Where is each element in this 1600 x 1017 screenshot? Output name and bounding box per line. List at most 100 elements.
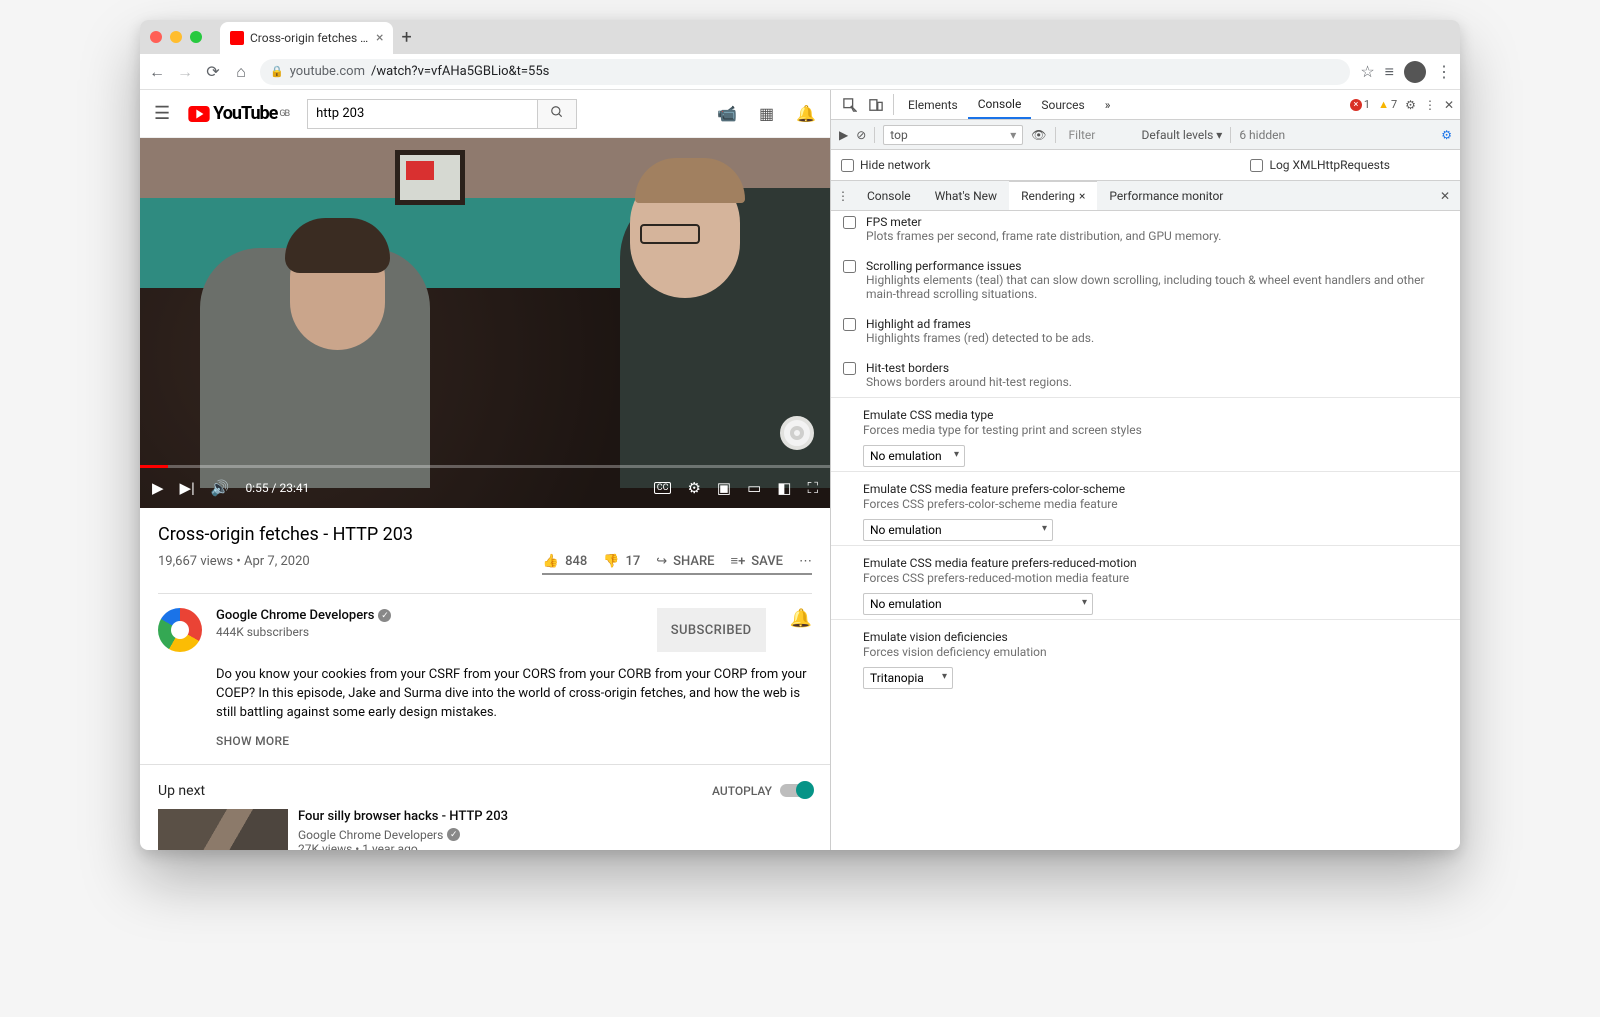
- hamburger-icon[interactable]: ☰: [154, 103, 170, 124]
- miniplayer-icon[interactable]: ▣: [717, 479, 731, 497]
- chrome-watermark-icon: [780, 416, 814, 450]
- profile-avatar[interactable]: [1404, 61, 1426, 83]
- option-hit-test-borders: Hit-test bordersShows borders around hit…: [831, 353, 1460, 397]
- log-levels-dropdown[interactable]: Default levels ▾: [1142, 128, 1223, 142]
- color-scheme-select[interactable]: No emulation: [863, 519, 1053, 541]
- drawer-menu-icon[interactable]: ⋮: [831, 181, 855, 210]
- vision-deficiency-select[interactable]: Tritanopia: [863, 667, 953, 689]
- bookmark-star-icon[interactable]: ☆: [1360, 62, 1374, 81]
- autoplay-toggle[interactable]: [780, 784, 812, 797]
- devtools-menu-icon[interactable]: ⋮: [1424, 98, 1436, 112]
- captions-button[interactable]: CC: [654, 482, 672, 494]
- drawer-tabs: ⋮ Console What's New Rendering × Perform…: [831, 181, 1460, 211]
- settings-gear-icon[interactable]: ⚙: [687, 479, 700, 497]
- list-item[interactable]: Four silly Four silly browser hacks - HT…: [158, 809, 812, 850]
- devtools-tabs: Elements Console Sources » ×1 ▲7 ⚙ ⋮ ✕: [831, 90, 1460, 120]
- theater-mode-icon[interactable]: ▭: [747, 479, 761, 497]
- console-play-icon[interactable]: ▶: [839, 128, 848, 142]
- subscription-bell-icon[interactable]: 🔔: [790, 608, 812, 652]
- video-actions: 👍 848 👎 17 ↪ SHARE ≡+ SAVE ⋯: [543, 553, 812, 569]
- fullscreen-icon[interactable]: ⛶: [807, 479, 818, 497]
- devtools-close-icon[interactable]: ✕: [1444, 98, 1454, 112]
- omnibox[interactable]: 🔒 youtube.com/watch?v=vfAHa5GBLio&t=55s: [260, 59, 1350, 85]
- hidden-messages[interactable]: 6 hidden: [1239, 128, 1285, 142]
- video-player[interactable]: ▶ ▶| 🔊 0:55 / 23:41 CC ⚙ ▣ ▭ ◧ ⛶: [140, 138, 830, 508]
- time-display: 0:55 / 23:41: [245, 481, 309, 495]
- youtube-favicon-icon: [230, 31, 244, 45]
- drawer-tab-rendering[interactable]: Rendering ×: [1009, 181, 1097, 210]
- drawer-tab-console[interactable]: Console: [855, 181, 923, 210]
- more-actions-icon[interactable]: ⋯: [799, 554, 812, 569]
- new-tab-button[interactable]: +: [401, 27, 411, 48]
- minimize-window-button[interactable]: [170, 31, 182, 43]
- chrome-menu-icon[interactable]: ⋮: [1436, 62, 1452, 81]
- region-label: GB: [279, 109, 289, 119]
- media-type-select[interactable]: No emulation: [863, 445, 965, 467]
- filter-input[interactable]: [1064, 125, 1134, 145]
- up-next-heading: Up next: [158, 783, 205, 799]
- publish-date: Apr 7, 2020: [244, 554, 310, 569]
- scrolling-perf-checkbox[interactable]: [843, 260, 856, 273]
- autoplay-label: AUTOPLAY: [712, 784, 772, 798]
- reload-button[interactable]: ⟳: [204, 62, 222, 81]
- device-toolbar-icon[interactable]: [863, 90, 889, 119]
- home-button[interactable]: ⌂: [232, 62, 250, 82]
- notifications-bell-icon[interactable]: 🔔: [796, 104, 816, 123]
- search-button[interactable]: [537, 99, 577, 129]
- upnext-channel: Google Chrome Developers ✓: [298, 828, 508, 842]
- tab-close-icon[interactable]: ×: [376, 30, 383, 46]
- volume-icon[interactable]: 🔊: [211, 479, 230, 497]
- tabs-overflow-icon[interactable]: »: [1095, 90, 1121, 119]
- save-button[interactable]: ≡+ SAVE: [730, 553, 783, 569]
- video-person-left: [200, 248, 430, 488]
- close-window-button[interactable]: [150, 31, 162, 43]
- addrbar-right: ☆ ≡ ⋮: [1360, 61, 1452, 83]
- hide-network-checkbox[interactable]: Hide network: [841, 158, 931, 172]
- header-icons: 📹 ▦ 🔔: [717, 104, 816, 123]
- tab-console[interactable]: Console: [968, 90, 1032, 119]
- extensions-icon[interactable]: ≡: [1385, 62, 1394, 82]
- maximize-window-button[interactable]: [190, 31, 202, 43]
- fps-meter-checkbox[interactable]: [843, 216, 856, 229]
- reduced-motion-select[interactable]: No emulation: [863, 593, 1093, 615]
- subscribed-button[interactable]: SUBSCRIBED: [657, 608, 766, 652]
- tab-title: Cross-origin fetches - HTTP 2…: [250, 31, 370, 45]
- log-xhr-checkbox[interactable]: Log XMLHttpRequests: [1250, 158, 1390, 172]
- warning-count[interactable]: ▲7: [1378, 98, 1397, 111]
- autoplay-control[interactable]: AUTOPLAY: [712, 783, 812, 799]
- show-more-button[interactable]: SHOW MORE: [216, 733, 812, 750]
- ad-frames-checkbox[interactable]: [843, 318, 856, 331]
- forward-button[interactable]: →: [176, 62, 194, 82]
- youtube-header: ☰ YouTubeGB 📹 ▦ 🔔: [140, 90, 830, 138]
- drawer-tab-perfmon[interactable]: Performance monitor: [1097, 181, 1235, 210]
- dislike-button[interactable]: 👎 17: [603, 554, 640, 569]
- create-video-icon[interactable]: 📹: [717, 104, 737, 123]
- context-selector[interactable]: top: [883, 125, 1023, 145]
- drawer-tab-whatsnew[interactable]: What's New: [923, 181, 1009, 210]
- channel-name[interactable]: Google Chrome Developers✓: [216, 608, 643, 623]
- hit-test-checkbox[interactable]: [843, 362, 856, 375]
- browser-tab[interactable]: Cross-origin fetches - HTTP 2… ×: [220, 22, 393, 54]
- console-settings-icon[interactable]: ⚙: [1441, 128, 1452, 142]
- search-input[interactable]: [307, 99, 537, 129]
- next-button[interactable]: ▶|: [180, 479, 195, 497]
- inspect-element-icon[interactable]: [837, 90, 863, 119]
- back-button[interactable]: ←: [148, 62, 166, 82]
- clear-console-icon[interactable]: ⊘: [856, 128, 866, 142]
- youtube-logo[interactable]: YouTubeGB: [188, 103, 289, 124]
- like-button[interactable]: 👍 848: [543, 554, 587, 569]
- share-button[interactable]: ↪ SHARE: [656, 554, 714, 569]
- tab-sources[interactable]: Sources: [1031, 90, 1094, 119]
- upnext-title: Four silly browser hacks - HTTP 203: [298, 809, 508, 824]
- live-expression-icon[interactable]: 👁: [1031, 128, 1046, 142]
- tab-elements[interactable]: Elements: [898, 90, 968, 119]
- apps-grid-icon[interactable]: ▦: [759, 104, 774, 123]
- tab-close-icon[interactable]: ×: [1079, 189, 1085, 203]
- play-button[interactable]: ▶: [152, 479, 164, 497]
- option-scrolling-perf: Scrolling performance issuesHighlights e…: [831, 251, 1460, 309]
- devtools-settings-icon[interactable]: ⚙: [1405, 98, 1416, 112]
- error-count[interactable]: ×1: [1350, 98, 1370, 111]
- drawer-close-icon[interactable]: ✕: [1430, 181, 1460, 210]
- channel-avatar[interactable]: [158, 608, 202, 652]
- cast-icon[interactable]: ◧: [777, 479, 791, 497]
